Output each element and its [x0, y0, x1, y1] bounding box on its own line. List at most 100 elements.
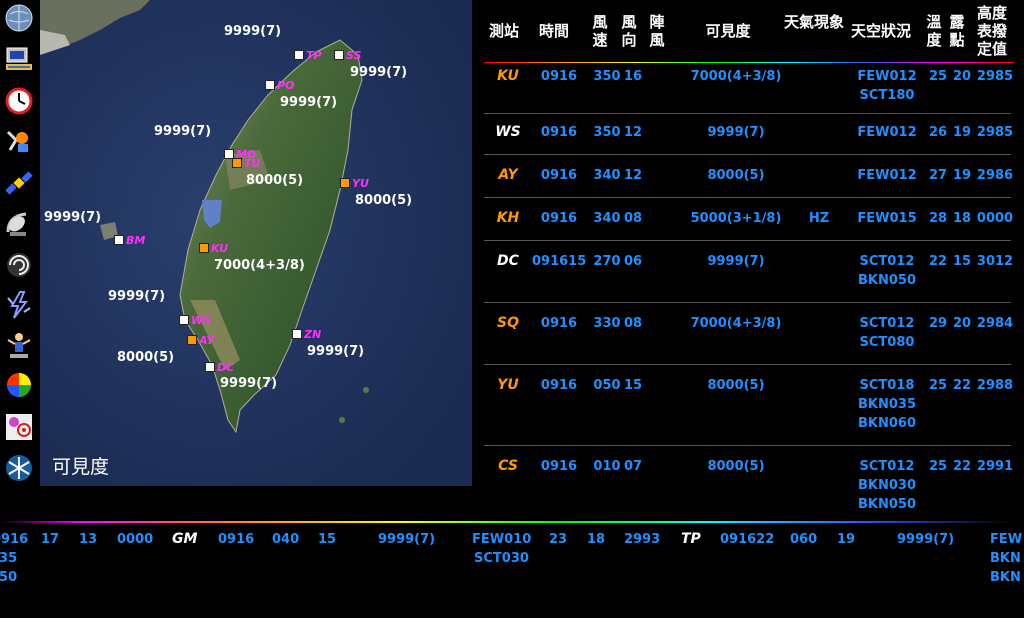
station-id[interactable]: WS: [488, 123, 528, 142]
visibility-cell: 9999(7): [707, 125, 765, 140]
bottom-data-strip: 0916 035 050 17 13 0000 GM 0916 040 15 9…: [0, 530, 1024, 618]
station-id[interactable]: YU: [488, 376, 528, 395]
sky-cell: BKN: [990, 570, 1021, 585]
header-wind-speed: 風速: [592, 13, 608, 49]
station-marker-bm[interactable]: BM: [114, 234, 145, 247]
visibility-label: 9999(7): [280, 95, 338, 110]
station-marker-dc[interactable]: DC: [205, 361, 234, 374]
station-marker-po[interactable]: PO: [265, 79, 294, 92]
sky-cell: FEW015: [857, 211, 917, 226]
time-cell: 0916: [218, 532, 255, 547]
dew-cell: 20: [952, 69, 972, 84]
wind-direction-cell: 15: [623, 378, 643, 393]
sky-cell: BKN: [990, 551, 1021, 566]
visibility-cell: 9999(7): [897, 532, 955, 547]
partial-time: 0916: [0, 532, 29, 547]
station-marker-tu[interactable]: TU: [232, 157, 260, 170]
sky-cell: FEW012: [857, 69, 917, 84]
wind-direction-cell: 12: [623, 125, 643, 140]
visibility-map: 9999(7) 9999(7) 9999(7) 9999(7) 8000(5) …: [40, 0, 472, 486]
header-sky: 天空狀況: [850, 22, 911, 40]
bottom-divider: [0, 521, 1012, 523]
lightning-icon[interactable]: [4, 290, 34, 320]
visibility-label: 9999(7): [307, 344, 365, 359]
sky-cell: BKN060: [858, 416, 916, 431]
visibility-label: 9999(7): [44, 210, 102, 225]
sky-cell: SCT018: [859, 378, 915, 393]
visibility-label: 9999(7): [224, 24, 282, 39]
radar-icon[interactable]: [4, 208, 34, 238]
station-id: TP: [681, 531, 701, 547]
visibility-label: 8000(5): [246, 173, 304, 188]
sky-cell: FEW: [990, 532, 1023, 547]
wind-speed-cell: 350: [593, 125, 621, 140]
time-cell: 0916: [540, 168, 578, 183]
wind-direction-cell: 15: [318, 532, 337, 547]
visibility-label: 8000(5): [117, 350, 175, 365]
wind-speed-cell: 050: [593, 378, 621, 393]
sky-cell: BKN035: [858, 397, 916, 412]
visibility-cell: 7000(4+3/8): [690, 316, 782, 331]
station-id[interactable]: CS: [488, 457, 528, 476]
station-id[interactable]: AY: [488, 166, 528, 185]
wind-speed-cell: 340: [593, 168, 621, 183]
sky-cell: SCT030: [474, 551, 529, 566]
partial-sky: 035: [0, 551, 18, 566]
time-cell: 0916: [540, 125, 578, 140]
person-weather-icon[interactable]: [4, 330, 34, 360]
satellite-icon[interactable]: [4, 168, 34, 198]
weather-map-icon[interactable]: [4, 412, 34, 442]
color-wheel-icon[interactable]: [4, 370, 34, 400]
station-marker-ay[interactable]: AY: [187, 334, 214, 347]
time-cell: 0916: [540, 69, 578, 84]
table-row: SQ 0916 330 08 7000(4+3/8) SCT012 SCT080 29 20 29…: [484, 302, 1014, 365]
typhoon-icon[interactable]: [4, 250, 34, 280]
sky-cell: SCT080: [859, 335, 915, 350]
computer-icon[interactable]: [4, 44, 34, 74]
sky-cell: SCT012: [859, 316, 915, 331]
visibility-cell: 8000(5): [707, 459, 765, 474]
station-marker-zn[interactable]: ZN: [292, 328, 321, 341]
globe-icon[interactable]: [4, 3, 34, 33]
partial-dew: 13: [79, 532, 98, 547]
station-marker-ss[interactable]: SS: [334, 49, 361, 62]
map-background: [40, 0, 472, 486]
table-row: DC 091615 270 06 9999(7) SCT012 BKN050 22 15 3012: [484, 240, 1013, 303]
wind-direction-cell: 19: [837, 532, 856, 547]
station-id[interactable]: KH: [488, 209, 528, 228]
wind-direction-cell: 07: [623, 459, 643, 474]
sky-cell: SCT012: [859, 459, 915, 474]
sky-cell: BKN050: [858, 273, 916, 288]
visibility-label: 8000(5): [355, 193, 413, 208]
clock-icon[interactable]: [4, 86, 34, 116]
station-marker-ku[interactable]: KU: [199, 242, 228, 255]
partial-sky: 050: [0, 570, 18, 585]
wind-speed-cell: 350: [593, 69, 621, 84]
station-id[interactable]: DC: [488, 252, 528, 271]
station-marker-yu[interactable]: YU: [340, 177, 369, 190]
dew-cell: 19: [952, 168, 972, 183]
time-cell: 0916: [540, 211, 578, 226]
station-id[interactable]: KU: [488, 67, 528, 86]
temp-cell: 25: [928, 459, 948, 474]
station-id[interactable]: SQ: [488, 314, 528, 333]
station-id: GM: [172, 531, 198, 547]
satellite-dish-icon[interactable]: [4, 126, 34, 156]
header-time: 時間: [538, 22, 569, 40]
wind-speed-cell: 330: [593, 316, 621, 331]
sky-cell: FEW012: [857, 125, 917, 140]
time-cell: 091615: [532, 254, 587, 269]
station-marker-tp[interactable]: TP: [294, 49, 322, 62]
header-visibility: 可見度: [705, 22, 751, 40]
altimeter-cell: 2985: [976, 69, 1014, 84]
altimeter-cell: 2984: [976, 316, 1014, 331]
temp-cell: 25: [928, 378, 948, 393]
station-marker-ws[interactable]: WS: [179, 314, 211, 327]
time-cell: 0916: [540, 378, 578, 393]
snowflake-icon[interactable]: [4, 453, 34, 483]
sky-cell: SCT012: [859, 254, 915, 269]
wind-direction-cell: 16: [623, 69, 643, 84]
sky-cell: BKN050: [858, 497, 916, 512]
altimeter-cell: 0000: [976, 211, 1014, 226]
wind-speed-cell: 270: [593, 254, 621, 269]
